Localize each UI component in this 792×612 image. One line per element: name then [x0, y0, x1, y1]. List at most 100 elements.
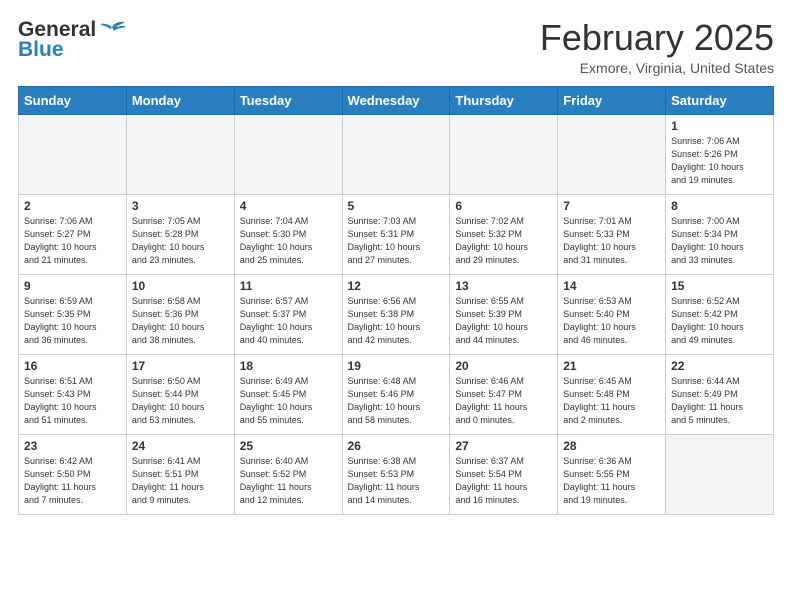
- day-number: 2: [24, 199, 121, 213]
- day-number: 27: [455, 439, 552, 453]
- calendar-cell: 26 Sunrise: 6:38 AM Sunset: 5:53 PM Dayli…: [342, 434, 450, 514]
- day-number: 17: [132, 359, 229, 373]
- calendar-week-3: 9Sunrise: 6:59 AM Sunset: 5:35 PM Daylig…: [19, 274, 774, 354]
- calendar-cell: 18Sunrise: 6:49 AM Sunset: 5:45 PM Dayli…: [234, 354, 342, 434]
- calendar-cell: 20 Sunrise: 6:46 AM Sunset: 5:47 PM Dayli…: [450, 354, 558, 434]
- calendar-cell: 11 Sunrise: 6:57 AM Sunset: 5:37 PM Dayli…: [234, 274, 342, 354]
- calendar-cell: 21 Sunrise: 6:45 AM Sunset: 5:48 PM Dayli…: [558, 354, 666, 434]
- day-number: 8: [671, 199, 768, 213]
- logo: General Blue: [18, 18, 126, 62]
- calendar-cell: 3 Sunrise: 7:05 AM Sunset: 5:28 PM Daylig…: [126, 194, 234, 274]
- calendar-header-thursday: Thursday: [450, 86, 558, 114]
- day-info: Sunrise: 6:59 AM Sunset: 5:35 PM Dayligh…: [24, 295, 121, 347]
- day-number: 13: [455, 279, 552, 293]
- day-info: Sunrise: 7:06 AM Sunset: 5:27 PM Dayligh…: [24, 215, 121, 267]
- calendar-cell: 14 Sunrise: 6:53 AM Sunset: 5:40 PM Dayli…: [558, 274, 666, 354]
- calendar-cell: [126, 114, 234, 194]
- calendar: SundayMondayTuesdayWednesdayThursdayFrid…: [18, 86, 774, 515]
- calendar-cell: 5 Sunrise: 7:03 AM Sunset: 5:31 PM Daylig…: [342, 194, 450, 274]
- day-info: Sunrise: 6:52 AM Sunset: 5:42 PM Dayligh…: [671, 295, 768, 347]
- day-info: Sunrise: 6:46 AM Sunset: 5:47 PM Dayligh…: [455, 375, 552, 427]
- day-info: Sunrise: 6:42 AM Sunset: 5:50 PM Dayligh…: [24, 455, 121, 507]
- day-info: Sunrise: 7:06 AM Sunset: 5:26 PM Dayligh…: [671, 135, 768, 187]
- day-info: Sunrise: 6:38 AM Sunset: 5:53 PM Dayligh…: [348, 455, 445, 507]
- day-info: Sunrise: 7:02 AM Sunset: 5:32 PM Dayligh…: [455, 215, 552, 267]
- day-number: 5: [348, 199, 445, 213]
- calendar-week-4: 16 Sunrise: 6:51 AM Sunset: 5:43 PM Dayli…: [19, 354, 774, 434]
- day-info: Sunrise: 6:58 AM Sunset: 5:36 PM Dayligh…: [132, 295, 229, 347]
- day-info: Sunrise: 6:40 AM Sunset: 5:52 PM Dayligh…: [240, 455, 337, 507]
- location: Exmore, Virginia, United States: [540, 60, 774, 76]
- calendar-cell: 6 Sunrise: 7:02 AM Sunset: 5:32 PM Daylig…: [450, 194, 558, 274]
- calendar-cell: [450, 114, 558, 194]
- calendar-header-friday: Friday: [558, 86, 666, 114]
- calendar-header-row: SundayMondayTuesdayWednesdayThursdayFrid…: [19, 86, 774, 114]
- day-number: 22: [671, 359, 768, 373]
- calendar-cell: 15 Sunrise: 6:52 AM Sunset: 5:42 PM Dayli…: [666, 274, 774, 354]
- calendar-cell: 2 Sunrise: 7:06 AM Sunset: 5:27 PM Daylig…: [19, 194, 127, 274]
- day-info: Sunrise: 7:05 AM Sunset: 5:28 PM Dayligh…: [132, 215, 229, 267]
- day-info: Sunrise: 7:04 AM Sunset: 5:30 PM Dayligh…: [240, 215, 337, 267]
- calendar-cell: [19, 114, 127, 194]
- day-number: 1: [671, 119, 768, 133]
- day-info: Sunrise: 6:41 AM Sunset: 5:51 PM Dayligh…: [132, 455, 229, 507]
- calendar-cell: 10Sunrise: 6:58 AM Sunset: 5:36 PM Dayli…: [126, 274, 234, 354]
- day-number: 21: [563, 359, 660, 373]
- calendar-cell: 23 Sunrise: 6:42 AM Sunset: 5:50 PM Dayli…: [19, 434, 127, 514]
- day-number: 26: [348, 439, 445, 453]
- day-number: 25: [240, 439, 337, 453]
- calendar-header-monday: Monday: [126, 86, 234, 114]
- calendar-cell: 9Sunrise: 6:59 AM Sunset: 5:35 PM Daylig…: [19, 274, 127, 354]
- day-info: Sunrise: 6:57 AM Sunset: 5:37 PM Dayligh…: [240, 295, 337, 347]
- month-title: February 2025: [540, 18, 774, 58]
- day-info: Sunrise: 6:51 AM Sunset: 5:43 PM Dayligh…: [24, 375, 121, 427]
- day-number: 28: [563, 439, 660, 453]
- day-number: 15: [671, 279, 768, 293]
- day-info: Sunrise: 6:53 AM Sunset: 5:40 PM Dayligh…: [563, 295, 660, 347]
- calendar-cell: 17Sunrise: 6:50 AM Sunset: 5:44 PM Dayli…: [126, 354, 234, 434]
- calendar-week-2: 2 Sunrise: 7:06 AM Sunset: 5:27 PM Daylig…: [19, 194, 774, 274]
- calendar-cell: 19Sunrise: 6:48 AM Sunset: 5:46 PM Dayli…: [342, 354, 450, 434]
- logo-blue: Blue: [18, 38, 64, 62]
- day-number: 19: [348, 359, 445, 373]
- day-number: 14: [563, 279, 660, 293]
- calendar-cell: [342, 114, 450, 194]
- calendar-cell: 13 Sunrise: 6:55 AM Sunset: 5:39 PM Dayli…: [450, 274, 558, 354]
- calendar-cell: [234, 114, 342, 194]
- calendar-cell: 7Sunrise: 7:01 AM Sunset: 5:33 PM Daylig…: [558, 194, 666, 274]
- day-number: 18: [240, 359, 337, 373]
- calendar-cell: [666, 434, 774, 514]
- day-info: Sunrise: 6:45 AM Sunset: 5:48 PM Dayligh…: [563, 375, 660, 427]
- calendar-header-wednesday: Wednesday: [342, 86, 450, 114]
- day-number: 11: [240, 279, 337, 293]
- calendar-header-sunday: Sunday: [19, 86, 127, 114]
- calendar-cell: 28 Sunrise: 6:36 AM Sunset: 5:55 PM Dayli…: [558, 434, 666, 514]
- day-info: Sunrise: 7:03 AM Sunset: 5:31 PM Dayligh…: [348, 215, 445, 267]
- day-number: 3: [132, 199, 229, 213]
- calendar-header-saturday: Saturday: [666, 86, 774, 114]
- day-info: Sunrise: 6:56 AM Sunset: 5:38 PM Dayligh…: [348, 295, 445, 347]
- calendar-cell: 22 Sunrise: 6:44 AM Sunset: 5:49 PM Dayli…: [666, 354, 774, 434]
- day-number: 24: [132, 439, 229, 453]
- calendar-header-tuesday: Tuesday: [234, 86, 342, 114]
- day-number: 16: [24, 359, 121, 373]
- calendar-cell: 4Sunrise: 7:04 AM Sunset: 5:30 PM Daylig…: [234, 194, 342, 274]
- day-info: Sunrise: 7:01 AM Sunset: 5:33 PM Dayligh…: [563, 215, 660, 267]
- calendar-cell: 25 Sunrise: 6:40 AM Sunset: 5:52 PM Dayli…: [234, 434, 342, 514]
- day-number: 23: [24, 439, 121, 453]
- calendar-cell: 24 Sunrise: 6:41 AM Sunset: 5:51 PM Dayli…: [126, 434, 234, 514]
- header: General Blue February 2025 Exmore, Virgi…: [18, 18, 774, 76]
- day-info: Sunrise: 6:55 AM Sunset: 5:39 PM Dayligh…: [455, 295, 552, 347]
- title-block: February 2025 Exmore, Virginia, United S…: [540, 18, 774, 76]
- page: General Blue February 2025 Exmore, Virgi…: [0, 0, 792, 525]
- logo-bird-icon: [98, 19, 126, 41]
- calendar-cell: 1 Sunrise: 7:06 AM Sunset: 5:26 PM Daylig…: [666, 114, 774, 194]
- day-info: Sunrise: 6:36 AM Sunset: 5:55 PM Dayligh…: [563, 455, 660, 507]
- calendar-cell: 8 Sunrise: 7:00 AM Sunset: 5:34 PM Daylig…: [666, 194, 774, 274]
- day-info: Sunrise: 7:00 AM Sunset: 5:34 PM Dayligh…: [671, 215, 768, 267]
- calendar-cell: [558, 114, 666, 194]
- day-info: Sunrise: 6:44 AM Sunset: 5:49 PM Dayligh…: [671, 375, 768, 427]
- day-number: 20: [455, 359, 552, 373]
- day-number: 6: [455, 199, 552, 213]
- calendar-week-5: 23 Sunrise: 6:42 AM Sunset: 5:50 PM Dayli…: [19, 434, 774, 514]
